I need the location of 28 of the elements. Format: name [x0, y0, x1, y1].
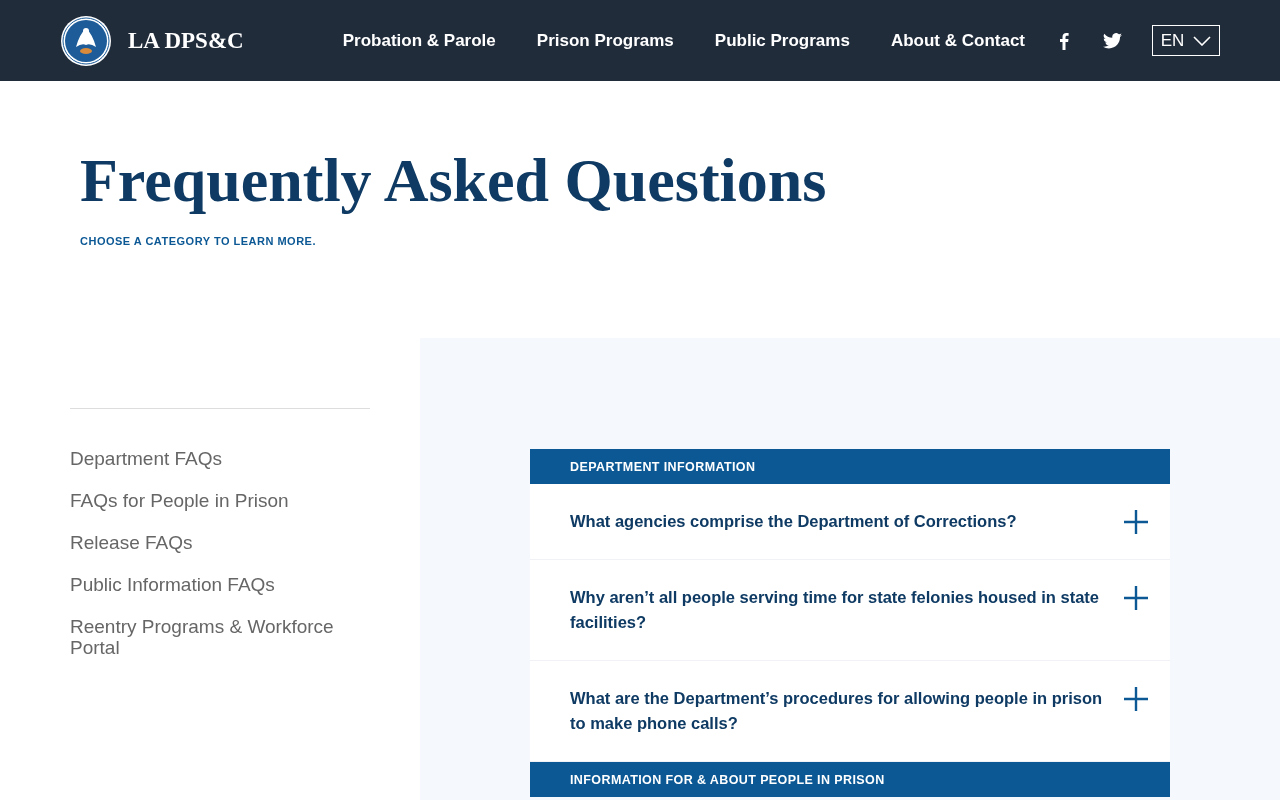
facebook-icon[interactable]	[1059, 31, 1069, 50]
plus-icon[interactable]	[1124, 586, 1148, 610]
question-text: Why aren’t all people serving time for state felonies housed in state facilities?	[570, 587, 1101, 633]
page-subtitle: CHOOSE A CATEGORY TO LEARN MORE.	[80, 235, 318, 247]
plus-icon[interactable]	[1124, 510, 1148, 534]
sidebar-link[interactable]: Reentry Programs & Workforce Portal	[70, 616, 370, 658]
sidebar-link[interactable]: FAQs for People in Prison	[70, 490, 370, 511]
faq-question[interactable]: What agencies comprise the Department of Corrections?	[530, 484, 1170, 560]
sidebar-link[interactable]: Public Information FAQs	[70, 574, 370, 595]
section-heading: DEPARTMENT INFORMATION	[530, 449, 1170, 484]
sidebar-link[interactable]: Department FAQs	[70, 448, 370, 469]
faq-question[interactable]: Why aren’t all people serving time for state felonies housed in state facilities?	[530, 560, 1170, 661]
nav-link[interactable]: About & Contact	[890, 30, 1025, 51]
state-seal-icon[interactable]	[60, 14, 112, 67]
twitter-icon[interactable]	[1103, 32, 1122, 49]
sidebar-link[interactable]: Release FAQs	[70, 532, 370, 553]
nav-link[interactable]: Prison Programs	[536, 30, 674, 51]
site-name[interactable]: LA DPS&C	[128, 27, 244, 54]
nav-link[interactable]: Public Programs	[714, 30, 850, 51]
language-select[interactable]: EN	[1152, 25, 1220, 56]
nav-link[interactable]: Probation & Parole	[342, 30, 496, 51]
plus-icon[interactable]	[1124, 687, 1148, 711]
question-text: What are the Department’s procedures for allowing people in prison to make phone calls?	[570, 688, 1104, 734]
question-text: What agencies comprise the Department of Corrections?	[570, 511, 1017, 532]
chevron-down-icon	[1193, 35, 1212, 46]
faq-question[interactable]: What are the Department’s procedures for allowing people in prison to make phone calls?	[530, 661, 1170, 762]
page-title: Frequently Asked Questions	[80, 145, 828, 215]
section-heading: INFORMATION FOR & ABOUT PEOPLE IN PRISON	[530, 762, 1170, 797]
